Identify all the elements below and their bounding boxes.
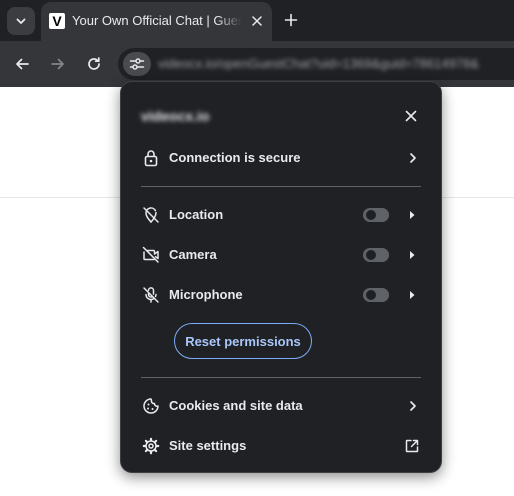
permission-label-camera: Camera xyxy=(169,247,217,262)
active-tab[interactable]: V Your Own Official Chat | Guest Chat xyxy=(41,2,272,41)
new-tab-button[interactable] xyxy=(280,9,302,31)
reload-button[interactable] xyxy=(82,52,106,76)
site-settings-row[interactable]: Site settings xyxy=(121,426,441,466)
camera-toggle[interactable] xyxy=(363,248,389,262)
divider xyxy=(141,186,421,187)
permission-label-location: Location xyxy=(169,207,224,222)
permission-row-location[interactable]: Location xyxy=(121,195,441,235)
close-icon xyxy=(252,16,262,26)
reload-icon xyxy=(88,57,100,70)
site-info-popup: videocx.io Connection is secure Location… xyxy=(120,81,442,473)
gear-icon xyxy=(141,436,161,456)
open-in-new-icon xyxy=(404,438,420,454)
toggle-knob xyxy=(366,290,376,300)
connection-security-row[interactable]: Connection is secure xyxy=(121,138,441,178)
permission-label-microphone: Microphone xyxy=(169,287,243,302)
site-settings-label: Site settings xyxy=(169,438,247,453)
chevron-right-icon xyxy=(405,150,421,166)
arrow-right-icon xyxy=(51,58,64,70)
location-toggle[interactable] xyxy=(363,208,389,222)
chevron-right-icon xyxy=(405,398,421,414)
tab-strip: V Your Own Official Chat | Guest Chat xyxy=(0,0,514,41)
address-bar[interactable]: videocx.io/openGuestChat?uid=1369&guid=7… xyxy=(118,48,514,80)
plus-icon xyxy=(284,13,298,27)
site-info-button[interactable] xyxy=(123,52,151,76)
divider xyxy=(141,377,421,378)
cookies-label: Cookies and site data xyxy=(169,398,303,413)
mic-off-icon xyxy=(141,285,161,305)
tab-close-button[interactable] xyxy=(248,12,266,30)
close-icon xyxy=(405,110,417,122)
toggle-knob xyxy=(366,250,376,260)
permission-row-camera[interactable]: Camera xyxy=(121,235,441,275)
caret-right-icon[interactable] xyxy=(404,247,420,263)
forward-button[interactable] xyxy=(46,52,70,76)
site-favicon: V xyxy=(49,13,65,29)
popup-close-button[interactable] xyxy=(401,106,421,126)
tab-title: Your Own Official Chat | Guest Chat xyxy=(72,13,242,28)
cookie-icon xyxy=(141,396,161,416)
caret-right-icon[interactable] xyxy=(404,207,420,223)
toggle-knob xyxy=(366,210,376,220)
camera-off-icon xyxy=(141,245,161,265)
connection-label: Connection is secure xyxy=(169,150,301,165)
cookies-row[interactable]: Cookies and site data xyxy=(121,386,441,426)
chevron-down-icon xyxy=(16,18,26,24)
location-off-icon xyxy=(141,205,161,225)
reset-permissions-button[interactable]: Reset permissions xyxy=(174,323,312,359)
tab-search-button[interactable] xyxy=(7,7,35,35)
lock-icon xyxy=(141,148,161,168)
caret-right-icon[interactable] xyxy=(404,287,420,303)
tune-icon xyxy=(129,58,145,70)
permission-row-microphone[interactable]: Microphone xyxy=(121,275,441,315)
microphone-toggle[interactable] xyxy=(363,288,389,302)
back-button[interactable] xyxy=(10,52,34,76)
url-text: videocx.io/openGuestChat?uid=1369&guid=7… xyxy=(158,56,479,71)
arrow-left-icon xyxy=(16,58,29,70)
popup-origin: videocx.io xyxy=(141,108,210,124)
